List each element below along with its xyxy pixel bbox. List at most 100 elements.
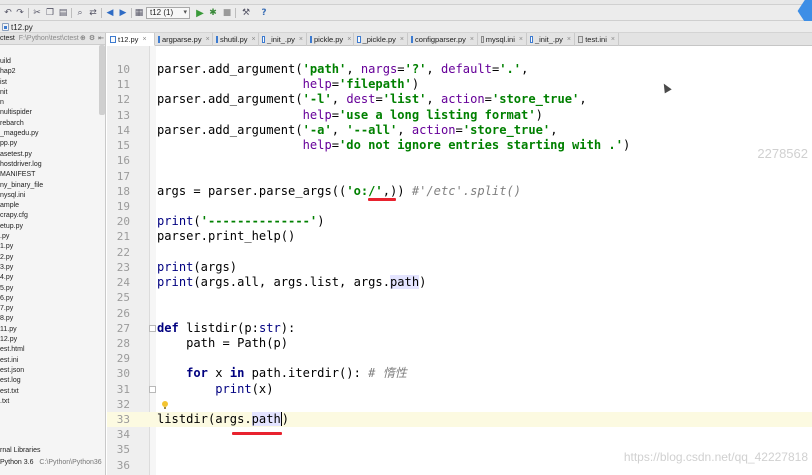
editor-tab[interactable]: _pickle.py ×: [354, 33, 408, 46]
undo-icon[interactable]: ↶: [2, 7, 14, 19]
help-icon[interactable]: ?: [258, 7, 270, 19]
project-tree-item[interactable]: 11.py: [0, 325, 104, 335]
stop-icon[interactable]: ■: [221, 7, 233, 19]
project-tree-item[interactable]: 8.py: [0, 314, 104, 324]
project-tree-item[interactable]: nit: [0, 88, 104, 98]
project-tree-item[interactable]: 5.py: [0, 284, 104, 294]
project-tree-item[interactable]: 7.py: [0, 304, 104, 314]
code-line: 27 def listdir(p:str):: [107, 321, 812, 336]
code-line: 21 parser.print_help(): [107, 229, 812, 244]
settings-icon[interactable]: ⚒: [240, 7, 252, 19]
external-libraries-item[interactable]: rnal Libraries: [0, 446, 40, 456]
project-tree-item[interactable]: nysql.ini: [0, 191, 104, 201]
close-icon[interactable]: ×: [519, 36, 523, 43]
replace-icon[interactable]: ⇄: [87, 7, 99, 19]
breadcrumb[interactable]: t12.py: [2, 22, 33, 32]
project-tree-item[interactable]: MANIFEST: [0, 170, 104, 180]
code-line: 15 help='do not ignore entries starting …: [107, 138, 812, 153]
lightbulb-icon[interactable]: [162, 400, 168, 409]
run-config-label: t12 (1): [150, 8, 174, 17]
close-icon[interactable]: ×: [347, 36, 351, 43]
project-tree-item[interactable]: ample: [0, 201, 104, 211]
python-file-icon: [310, 36, 312, 43]
code-line: 23 print(args): [107, 260, 812, 275]
code-line: 25: [107, 290, 812, 305]
project-tree-item[interactable]: est.ini: [0, 356, 104, 366]
project-tree-item[interactable]: 4.py: [0, 273, 104, 283]
project-tree-item[interactable]: est.json: [0, 366, 104, 376]
python-sdk-item[interactable]: Python 3.6 C:\Python\Python36: [0, 458, 102, 468]
editor-tab[interactable]: configparser.py ×: [408, 33, 478, 46]
editor-tab-label: mysql.ini: [485, 35, 515, 44]
editor-tab[interactable]: argparse.py ×: [155, 33, 213, 46]
run-icon[interactable]: ▶: [194, 7, 206, 19]
project-tree-item[interactable]: pp.py: [0, 139, 104, 149]
editor-tab[interactable]: _init_.py ×: [259, 33, 307, 46]
close-icon[interactable]: ×: [400, 36, 404, 43]
forward-icon[interactable]: ▶: [117, 7, 129, 19]
code-text: parser.add_argument('-l', dest='list', a…: [157, 92, 587, 107]
editor-tab[interactable]: _init_.py ×: [527, 33, 575, 46]
project-tree-item[interactable]: asetest.py: [0, 150, 104, 160]
project-tree-item[interactable]: nultispider: [0, 108, 104, 118]
editor-tab[interactable]: shutil.py ×: [213, 33, 259, 46]
project-tree-item[interactable]: 3.py: [0, 263, 104, 273]
code-editor[interactable]: 10 parser.add_argument('path', nargs='?'…: [107, 46, 812, 475]
cut-icon[interactable]: ✂: [31, 7, 43, 19]
code-line: 31 print(x): [107, 382, 812, 397]
paste-icon[interactable]: ▤: [57, 7, 69, 19]
project-tree-item[interactable]: 2.py: [0, 253, 104, 263]
project-tree-item[interactable]: est.log: [0, 376, 104, 386]
copy-icon[interactable]: ❐: [44, 7, 56, 19]
fold-toggle[interactable]: [149, 324, 156, 332]
close-icon[interactable]: ×: [206, 36, 210, 43]
close-icon[interactable]: ×: [252, 36, 256, 43]
project-tree-item[interactable]: 1.py: [0, 242, 104, 252]
project-tree-item[interactable]: etup.py: [0, 222, 104, 232]
editor-tab-bar: t12.py × argparse.py × shutil.py × _init_.py × p…: [107, 33, 812, 46]
project-tree-item[interactable]: uild: [0, 57, 104, 67]
line-number: 12: [116, 93, 130, 107]
project-tree-item[interactable]: ist: [0, 78, 104, 88]
sync-icon[interactable]: ⊕: [80, 34, 86, 42]
line-number: 25: [116, 291, 130, 305]
project-tree-item[interactable]: hostdriver.log: [0, 160, 104, 170]
editor-tab[interactable]: test.ini ×: [575, 33, 619, 46]
project-tree-item[interactable]: est.html: [0, 345, 104, 355]
project-tree-item[interactable]: 6.py: [0, 294, 104, 304]
redo-icon[interactable]: ↷: [14, 7, 26, 19]
close-icon[interactable]: ×: [142, 36, 146, 43]
code-text: print(x): [215, 381, 274, 396]
project-tree-item[interactable]: est.txt: [0, 387, 104, 397]
project-tree-item[interactable]: rebarch: [0, 119, 104, 129]
editor-tab[interactable]: pickle.py ×: [307, 33, 354, 46]
close-icon[interactable]: ×: [567, 36, 571, 43]
hide-icon[interactable]: ⇤: [98, 34, 104, 42]
editor-tab[interactable]: mysql.ini ×: [478, 33, 527, 46]
line-number: 20: [116, 215, 130, 229]
project-tree-item[interactable]: _magedu.py: [0, 129, 104, 139]
close-icon[interactable]: ×: [611, 36, 615, 43]
code-line: 32: [107, 397, 812, 412]
find-icon[interactable]: ⌕: [74, 7, 86, 19]
build-icon[interactable]: ▦: [133, 7, 145, 19]
fold-toggle[interactable]: [149, 385, 156, 393]
project-tree-item[interactable]: ny_binary_file: [0, 181, 104, 191]
editor-tab[interactable]: t12.py ×: [107, 33, 155, 46]
project-tree-item[interactable]: crapy.cfg: [0, 211, 104, 221]
project-tree-item[interactable]: 12.py: [0, 335, 104, 345]
project-root[interactable]: ctest F:\Python\test\ctest: [0, 34, 79, 44]
project-tree-item[interactable]: n: [0, 98, 104, 108]
close-icon[interactable]: ×: [299, 36, 303, 43]
project-tree-item[interactable]: .txt: [0, 397, 104, 407]
gear-icon[interactable]: ⚙: [89, 34, 95, 42]
close-icon[interactable]: ×: [470, 36, 474, 43]
project-root-path: F:\Python\test\ctest: [18, 35, 79, 42]
debug-icon[interactable]: ✱: [207, 7, 219, 19]
code-line: 19: [107, 199, 812, 214]
project-tree-item[interactable]: hap2: [0, 67, 104, 77]
run-config-select[interactable]: t12 (1) ▾: [146, 7, 190, 19]
code-line: 24 print(args.all, args.list, args.path): [107, 275, 812, 290]
project-tree-item[interactable]: .py: [0, 232, 104, 242]
back-icon[interactable]: ◀: [104, 7, 116, 19]
